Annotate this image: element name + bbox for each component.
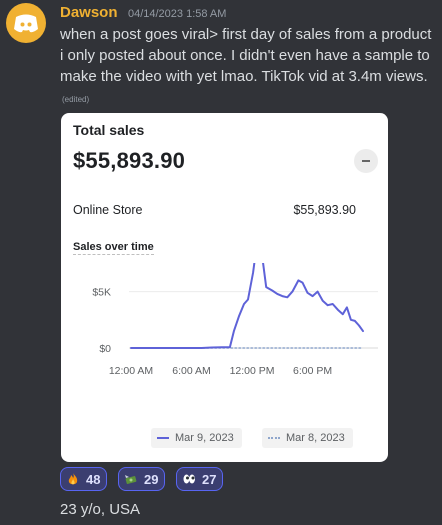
sales-chart: $10K$5K$0 12:00 AM6:00 AM12:00 PM6:00 PM bbox=[92, 263, 378, 377]
total-sales-value: $55,893.90 bbox=[73, 148, 186, 173]
x-tick-label: 12:00 PM bbox=[230, 365, 275, 377]
y-tick-label: $0 bbox=[99, 343, 111, 355]
legend-item-current: Mar 9, 2023 bbox=[151, 428, 242, 448]
message-body: when a post goes viral> first day of sal… bbox=[60, 24, 432, 110]
collapse-button bbox=[354, 149, 378, 173]
edited-label: (edited) bbox=[62, 95, 90, 104]
online-store-label: Online Store bbox=[73, 203, 143, 217]
x-tick-label: 12:00 AM bbox=[109, 365, 153, 377]
chart-title: Sales over time bbox=[73, 241, 154, 255]
message-header: Dawson 04/14/2023 1:58 AM bbox=[60, 4, 226, 22]
reaction-eyes[interactable]: 27 bbox=[176, 467, 224, 491]
message-text: when a post goes viral> first day of sal… bbox=[60, 26, 432, 85]
reaction-money[interactable]: 29 bbox=[118, 467, 166, 491]
card-title: Total sales bbox=[73, 122, 145, 138]
reaction-fire[interactable]: 48 bbox=[60, 467, 108, 491]
reaction-count: 27 bbox=[202, 471, 217, 487]
reaction-count: 48 bbox=[86, 471, 101, 487]
online-store-value: $55,893.90 bbox=[293, 203, 356, 217]
footer-text: 23 y/o, USA bbox=[60, 501, 141, 518]
eyes-icon bbox=[183, 474, 195, 484]
money-with-wings-icon bbox=[125, 475, 137, 484]
reaction-count: 29 bbox=[144, 471, 159, 487]
series-line bbox=[130, 263, 364, 349]
legend-item-previous: Mar 8, 2023 bbox=[262, 428, 353, 448]
x-tick-label: 6:00 AM bbox=[172, 365, 211, 377]
discord-logo-icon bbox=[14, 14, 38, 33]
x-tick-label: 6:00 PM bbox=[293, 365, 332, 377]
legend-label-previous: Mar 8, 2023 bbox=[286, 432, 345, 444]
avatar[interactable] bbox=[6, 3, 46, 43]
username[interactable]: Dawson bbox=[60, 4, 118, 21]
fire-icon bbox=[68, 473, 78, 485]
legend-swatch-solid bbox=[157, 437, 169, 440]
legend-swatch-dotted bbox=[268, 437, 280, 440]
y-tick-label: $5K bbox=[92, 287, 111, 299]
message-timestamp: 04/14/2023 1:58 AM bbox=[127, 8, 227, 20]
legend-label-current: Mar 9, 2023 bbox=[175, 432, 234, 444]
sales-card-image[interactable]: Total sales $55,893.90 Online Store $55,… bbox=[61, 113, 388, 462]
